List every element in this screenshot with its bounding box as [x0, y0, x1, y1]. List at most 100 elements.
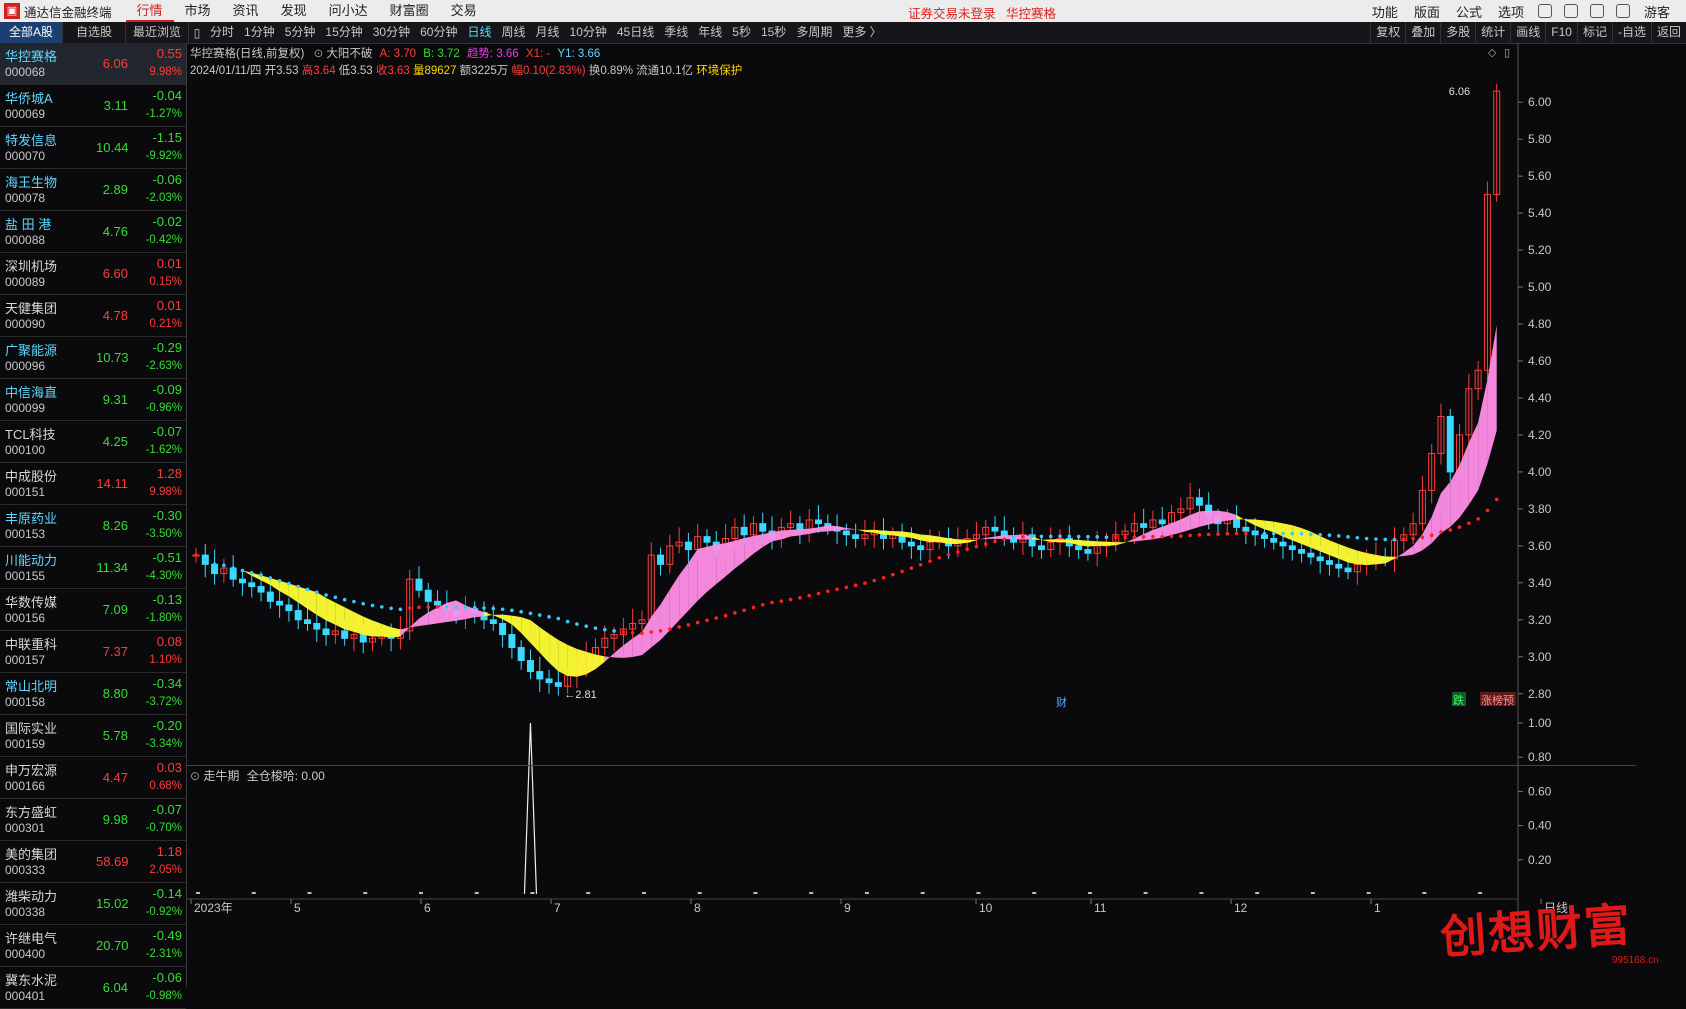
y-tick-label: 4.20: [1528, 428, 1552, 442]
period-tab-12[interactable]: 年线: [693, 22, 727, 43]
menu-caifuquan[interactable]: 财富圈: [379, 0, 440, 22]
lock-icon[interactable]: [1563, 4, 1578, 18]
stock-row[interactable]: TCL科技 000100 4.25 -0.07 -1.62%: [0, 421, 186, 463]
stock-row[interactable]: 川能动力 000155 11.34 -0.51 -4.30%: [0, 547, 186, 589]
stock-change: 0.03: [156, 760, 182, 775]
stock-row[interactable]: 特发信息 000070 10.44 -1.15 -9.92%: [0, 127, 186, 169]
stock-code: 000088: [5, 233, 46, 247]
indicator-dropdown-icon[interactable]: ⊙: [190, 769, 200, 783]
stock-row[interactable]: 国际实业 000159 5.78 -0.20 -3.34%: [0, 715, 186, 757]
candle-body: [684, 541, 692, 551]
menu-xuanxiang[interactable]: 选项: [1490, 2, 1532, 21]
stock-row[interactable]: 华控赛格 000068 6.06 0.55 9.98%: [0, 43, 186, 85]
period-tab-9[interactable]: 10分钟: [565, 22, 612, 43]
trend-dot: [417, 605, 421, 610]
guest-label[interactable]: 游客: [1636, 2, 1678, 21]
stock-row[interactable]: 冀东水泥 000401 6.04 -0.06 -0.98%: [0, 967, 186, 1009]
chart-tool-2[interactable]: 多股: [1440, 22, 1475, 43]
tab-watchlist[interactable]: 自选股: [63, 22, 126, 43]
stock-row[interactable]: 华数传媒 000156 7.09 -0.13 -1.80%: [0, 589, 186, 631]
current-stock-link[interactable]: 华控赛格: [1006, 7, 1056, 21]
period-tab-10[interactable]: 45日线: [612, 22, 659, 43]
period-tab-2[interactable]: 5分钟: [280, 22, 321, 43]
login-notice[interactable]: 证券交易未登录 华控赛格: [908, 3, 1056, 22]
stock-row[interactable]: 华侨城A 000069 3.11 -0.04 -1.27%: [0, 85, 186, 127]
minimize-icon[interactable]: [1615, 4, 1630, 18]
menu-banmian[interactable]: 版面: [1406, 2, 1448, 21]
stock-row[interactable]: 中联重科 000157 7.37 0.08 1.10%: [0, 631, 186, 673]
stock-row[interactable]: 广聚能源 000096 10.73 -0.29 -2.63%: [0, 337, 186, 379]
sidebar-toggle-icon[interactable]: ▯: [189, 26, 205, 40]
stock-row[interactable]: 潍柴动力 000338 15.02 -0.14 -0.92%: [0, 883, 186, 925]
indicator-base-dot: [530, 892, 535, 894]
stock-row[interactable]: 常山北明 000158 8.80 -0.34 -3.72%: [0, 673, 186, 715]
period-tab-7[interactable]: 周线: [496, 22, 530, 43]
menu-faxian[interactable]: 发现: [270, 0, 318, 22]
menu-hangqing[interactable]: 行情: [125, 0, 174, 22]
stock-percent: -3.34%: [145, 738, 182, 750]
trend-dot: [203, 557, 208, 562]
period-tab-5[interactable]: 60分钟: [415, 22, 462, 43]
tab-all-a-shares[interactable]: 全部A股: [0, 22, 63, 43]
indicator-panel-name[interactable]: 走牛期: [203, 769, 239, 783]
period-tab-14[interactable]: 15秒: [756, 22, 791, 43]
menu-gongneng[interactable]: 功能: [1364, 2, 1406, 21]
period-tab-8[interactable]: 月线: [531, 22, 565, 43]
price-chart[interactable]: 6.00 5.80 5.60 5.40 5.20 5.00 4.80 4.60 4.40 4.20…: [186, 43, 1682, 943]
menu-wenxiaoda[interactable]: 问小达: [318, 0, 379, 22]
trend-dot: [426, 605, 431, 609]
menu-gongshi[interactable]: 公式: [1448, 2, 1490, 21]
chart-tool-7[interactable]: -自选: [1611, 22, 1651, 43]
stock-code: 000156: [5, 611, 46, 625]
stock-row[interactable]: 美的集团 000333 58.69 1.18 2.05%: [0, 841, 186, 883]
chart-tool-3[interactable]: 统计: [1475, 22, 1510, 43]
ribbon-segment: [688, 548, 698, 611]
panel-divider: [186, 765, 1636, 766]
tab-recent[interactable]: 最近浏览: [126, 22, 189, 43]
chart-tool-5[interactable]: F10: [1545, 22, 1577, 43]
refresh-icon[interactable]: [1537, 4, 1552, 18]
ribbon-segment: [484, 612, 494, 617]
chart-tool-1[interactable]: 叠加: [1405, 22, 1440, 43]
period-tab-1[interactable]: 1分钟: [239, 22, 280, 43]
stock-row[interactable]: 深圳机场 000089 6.60 0.01 0.15%: [0, 253, 186, 295]
stock-price: 8.26: [102, 518, 128, 533]
period-tab-13[interactable]: 5秒: [727, 22, 756, 43]
menu-shichang[interactable]: 市场: [174, 0, 222, 22]
stock-row[interactable]: 海王生物 000078 2.89 -0.06 -2.03%: [0, 169, 186, 211]
stock-code: 000069: [5, 107, 46, 121]
stock-row[interactable]: 天健集团 000090 4.78 0.01 0.21%: [0, 295, 186, 337]
stock-row[interactable]: 中信海直 000099 9.31 -0.09 -0.96%: [0, 379, 186, 421]
stock-code: 000096: [5, 359, 46, 373]
period-tab-11[interactable]: 季线: [659, 22, 693, 43]
chart-tool-4[interactable]: 画线: [1510, 22, 1545, 43]
period-tab-0[interactable]: 分时: [205, 22, 239, 43]
trend-dot: [259, 573, 263, 578]
stock-row[interactable]: 盐 田 港 000088 4.76 -0.02 -0.42%: [0, 211, 186, 253]
stock-row[interactable]: 丰原药业 000153 8.26 -0.30 -3.50%: [0, 505, 186, 547]
stock-code: 000159: [5, 737, 46, 751]
chart-tool-8[interactable]: 返回: [1650, 22, 1686, 43]
ribbon-segment: [790, 529, 800, 537]
trend-dot: [1485, 508, 1490, 513]
period-tab-6[interactable]: 日线: [462, 22, 496, 43]
candle-body: [814, 519, 822, 525]
stock-row[interactable]: 许继电气 000400 20.70 -0.49 -2.31%: [0, 925, 186, 967]
period-tab-4[interactable]: 30分钟: [368, 22, 415, 43]
trend-dot: [686, 623, 691, 627]
stock-row[interactable]: 申万宏源 000166 4.47 0.03 0.68%: [0, 757, 186, 799]
period-tab-15[interactable]: 多周期: [791, 22, 837, 43]
chart-tool-6[interactable]: 标记: [1576, 22, 1612, 43]
period-tab-3[interactable]: 15分钟: [320, 22, 367, 43]
ribbon-segment: [372, 620, 382, 637]
menu-zixun[interactable]: 资讯: [222, 0, 270, 22]
restore-icon[interactable]: [1589, 4, 1604, 18]
menu-jiaoyi[interactable]: 交易: [440, 0, 488, 22]
stock-row[interactable]: 东方盛虹 000301 9.98 -0.07 -0.70%: [0, 799, 186, 841]
chart-tool-0[interactable]: 复权: [1370, 22, 1405, 43]
period-tab-16[interactable]: 更多 〉: [837, 22, 886, 43]
ribbon-segment: [985, 536, 996, 539]
stock-change: 1.28: [156, 466, 182, 481]
stock-row[interactable]: 中成股份 000151 14.11 1.28 9.98%: [0, 463, 186, 505]
notice-text[interactable]: 证券交易未登录: [908, 7, 996, 21]
